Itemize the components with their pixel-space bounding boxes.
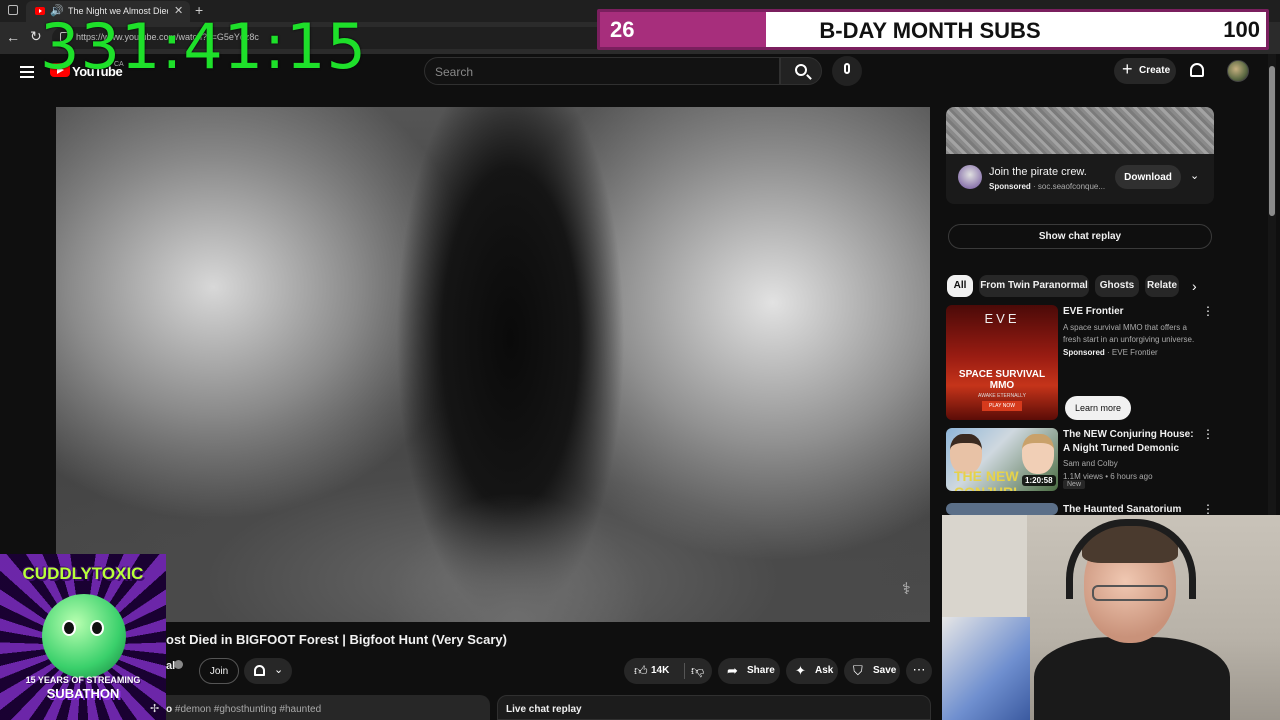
scrollbar-thumb[interactable] (1269, 66, 1275, 216)
bookmark-icon: ⛉ (853, 663, 863, 678)
sponsored-ad-card[interactable]: Join the pirate crew. Sponsored · soc.se… (946, 107, 1214, 204)
save-label: Save (873, 665, 897, 676)
subscription-bell-button[interactable]: ⌄ (244, 658, 292, 684)
like-thumb-icon[interactable]: 👍︎ (634, 663, 648, 679)
mascot-eye (62, 620, 76, 636)
sponsored-label: Sponsored (1063, 348, 1105, 357)
chevron-down-icon: ⌄ (274, 664, 284, 676)
chip-all[interactable]: All (947, 275, 973, 297)
share-button[interactable]: ➦ Share (718, 658, 780, 684)
chevron-right-icon[interactable]: › (1192, 278, 1197, 294)
ad-avatar (958, 165, 982, 189)
headset (1066, 519, 1196, 599)
video-thumbnail[interactable]: EVE SPACE SURVIVAL MMO AWAKE ETERNALLY P… (946, 305, 1058, 420)
search-box (424, 57, 780, 85)
thumb-tagline: AWAKE ETERNALLY (978, 393, 1026, 399)
sparkle-icon: ✦ (795, 663, 806, 678)
dislike-thumb-icon[interactable]: 👎︎ (691, 663, 704, 679)
notifications-bell-icon[interactable] (1190, 63, 1204, 77)
thumb-headline: SPACE SURVIVAL MMO (958, 369, 1046, 391)
thumb-play-now: PLAY NOW (982, 401, 1022, 411)
like-divider (684, 663, 685, 679)
more-actions-button[interactable]: ⋯ (906, 658, 932, 684)
create-button[interactable]: + Create (1114, 58, 1176, 84)
ad-sponsored-label: Sponsored (989, 182, 1031, 191)
mascot (42, 594, 126, 678)
like-count[interactable]: 14K (651, 665, 669, 676)
ask-button[interactable]: ✦ Ask (786, 658, 838, 684)
ad-title: Join the pirate crew. (989, 166, 1087, 178)
logo-line1: 15 YEARS OF STREAMING (25, 675, 141, 685)
back-arrow-icon[interactable]: ← (6, 29, 20, 45)
ad-banner-image[interactable] (946, 107, 1214, 154)
chip-ghosts[interactable]: Ghosts (1095, 275, 1139, 297)
sub-goal-target: 100 (1223, 17, 1260, 42)
menu-icon[interactable] (20, 66, 34, 78)
microphone-icon (844, 63, 850, 74)
download-button[interactable]: Download (1115, 165, 1181, 189)
list-item[interactable]: THE NEW CONJURI 1:20:58 The NEW Conjurin… (946, 428, 1214, 494)
webcam-person-body (1034, 637, 1230, 720)
save-button[interactable]: ⛉ Save (844, 658, 900, 684)
plus-icon: + (1122, 59, 1133, 79)
search-icon (795, 64, 807, 76)
chevron-down-icon[interactable]: ⌄ (1190, 169, 1199, 182)
pin-icon: ✢ (150, 703, 160, 715)
channel-name[interactable]: Sam and Colby (1063, 458, 1203, 470)
join-button[interactable]: Join (199, 658, 239, 684)
sub-goal-label: B-DAY MONTH SUBS (819, 18, 1041, 43)
video-title[interactable]: EVE Frontier (1063, 305, 1198, 319)
bell-icon (254, 665, 265, 676)
more-options-icon[interactable]: ⋮ (1202, 305, 1214, 317)
description-lead: o (166, 704, 173, 715)
video-title[interactable]: The NEW Conjuring House: A Night Turned … (1063, 428, 1198, 456)
video-title: ost Died in BIGFOOT Forest | Bigfoot Hun… (166, 632, 507, 647)
hashtags[interactable]: #demon #ghosthunting #haunted (175, 704, 321, 715)
channel-name[interactable]: EVE Frontier (1112, 348, 1158, 357)
more-options-icon[interactable]: ⋮ (1202, 503, 1214, 515)
subathon-timer: 331:41:15 (40, 10, 367, 83)
logo-line2: SUBATHON (46, 686, 120, 701)
webcam-feed (942, 515, 1280, 720)
new-badge: New (1063, 480, 1086, 489)
thumb-logo: EVE (984, 311, 1020, 326)
ad-domain: soc.seaofconque... (1037, 182, 1106, 191)
account-avatar[interactable] (1227, 60, 1249, 82)
ad-sponsor-line: Sponsored · soc.seaofconque... (989, 182, 1106, 191)
voice-search-button[interactable] (832, 56, 862, 86)
tab-actions-icon[interactable] (8, 5, 18, 15)
share-arrow-icon: ➦ (727, 663, 738, 678)
duration-badge: 1:20:58 (1022, 475, 1056, 486)
search-input[interactable] (435, 63, 755, 80)
verified-badge-icon (174, 660, 183, 669)
channel-watermark-icon[interactable]: ⚕ (902, 579, 911, 599)
video-frame-trail (386, 407, 646, 622)
streamer-logo: CUDDLYTOXIC 15 YEARS OF STREAMING SUBATH… (0, 554, 166, 720)
video-player[interactable]: ⚕ (56, 107, 930, 622)
show-chat-replay-button[interactable]: Show chat replay (948, 224, 1212, 249)
ask-label: Ask (815, 665, 834, 676)
live-chat-label: Live chat replay (506, 704, 582, 715)
ad-description: A space survival MMO that offers a fresh… (1063, 323, 1195, 344)
chip-from-twin-paranormal[interactable]: From Twin Paranormal (979, 275, 1089, 297)
description-box[interactable]: o #demon #ghosthunting #haunted (150, 695, 490, 720)
mascot-eye (90, 620, 104, 636)
sub-goal-bar: 26 B-DAY MONTH SUBS 100 (597, 9, 1269, 50)
logo-name: CUDDLYTOXIC (22, 564, 144, 583)
create-label: Create (1139, 65, 1171, 76)
video-thumbnail[interactable]: THE NEW CONJURI 1:20:58 (946, 428, 1058, 491)
chip-related[interactable]: Relate (1145, 275, 1179, 297)
share-label: Share (747, 665, 775, 676)
video-thumbnail[interactable] (946, 503, 1058, 515)
sub-goal-current: 26 (610, 17, 635, 42)
like-dislike-group: 👍︎ 14K 👎︎ (624, 658, 712, 684)
more-options-icon[interactable]: ⋮ (1202, 428, 1214, 440)
webcam-box (942, 617, 1030, 720)
search-button[interactable] (780, 57, 822, 85)
live-chat-replay-panel[interactable]: Live chat replay (497, 695, 931, 720)
learn-more-button[interactable]: Learn more (1065, 396, 1131, 420)
